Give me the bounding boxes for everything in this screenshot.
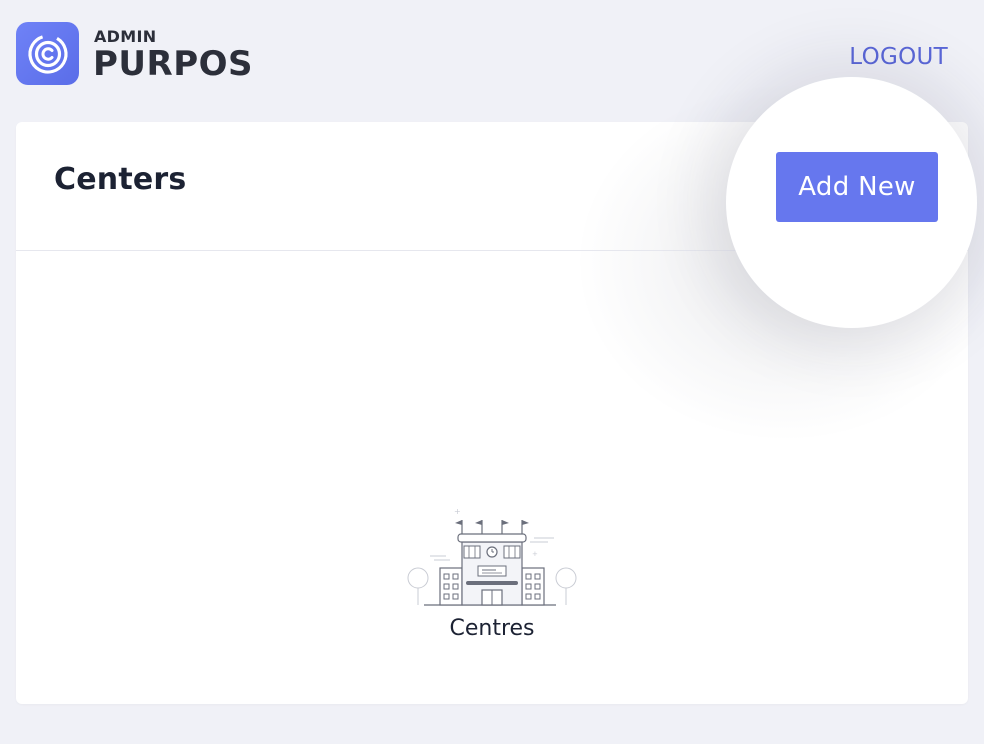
purpos-logo-icon[interactable] — [16, 22, 79, 85]
building-illustration-icon: + + — [404, 506, 580, 612]
add-new-button[interactable]: Add New — [776, 152, 938, 222]
brand-name: PURPOS — [93, 44, 254, 84]
svg-text:+: + — [532, 550, 538, 558]
empty-state-label: Centres — [449, 616, 535, 641]
svg-text:+: + — [454, 507, 461, 516]
page-title: Centers — [54, 162, 187, 197]
logout-link[interactable]: LOGOUT — [849, 44, 948, 70]
